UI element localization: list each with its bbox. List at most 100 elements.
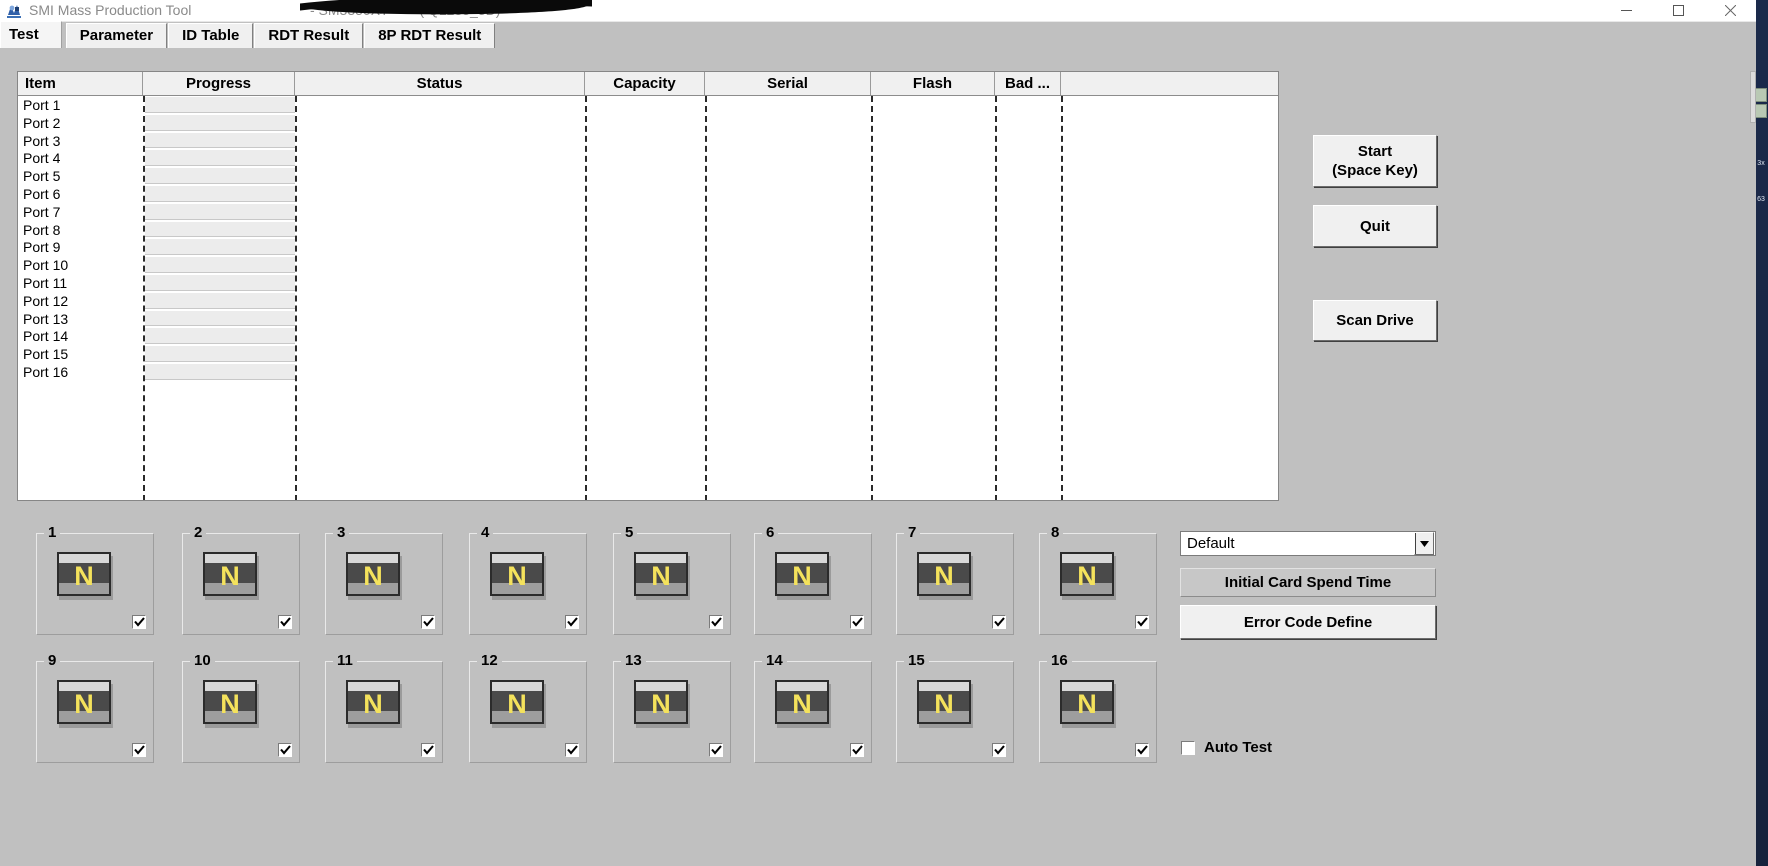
cell-flash bbox=[871, 185, 995, 203]
port-enable-checkbox[interactable] bbox=[992, 615, 1006, 629]
column-header-blank[interactable] bbox=[1061, 72, 1278, 95]
port-card-8[interactable]: 8N bbox=[1039, 525, 1157, 635]
port-card-1[interactable]: 1N bbox=[36, 525, 154, 635]
table-row[interactable]: Port 4 bbox=[18, 149, 1278, 167]
port-enable-checkbox[interactable] bbox=[850, 743, 864, 757]
port-enable-checkbox[interactable] bbox=[1135, 743, 1149, 757]
app-window: SMI Mass Production Tool - SM3350XT ( Q1… bbox=[0, 0, 1756, 866]
cell-serial bbox=[705, 363, 871, 381]
cell-item: Port 4 bbox=[23, 150, 61, 167]
chevron-down-icon[interactable] bbox=[1414, 532, 1434, 555]
port-enable-checkbox[interactable] bbox=[565, 615, 579, 629]
port-card-12[interactable]: 12 N bbox=[469, 653, 587, 763]
maximize-button[interactable] bbox=[1652, 0, 1704, 21]
port-enable-checkbox[interactable] bbox=[1135, 615, 1149, 629]
table-row[interactable]: Port 10 bbox=[18, 256, 1278, 274]
tab-8p-rdt-result[interactable]: 8P RDT Result bbox=[364, 23, 496, 48]
port-card-13[interactable]: 13 N bbox=[613, 653, 731, 763]
close-button[interactable] bbox=[1704, 0, 1756, 21]
initial-card-spend-time-button[interactable]: Initial Card Spend Time bbox=[1180, 568, 1436, 597]
cell-capacity bbox=[585, 221, 705, 239]
column-header-status[interactable]: Status bbox=[295, 72, 585, 95]
table-row[interactable]: Port 1 bbox=[18, 96, 1278, 114]
cell-item: Port 10 bbox=[23, 257, 69, 274]
port-card-number: 8 bbox=[1047, 525, 1064, 541]
cell-serial bbox=[705, 327, 871, 345]
port-enable-checkbox[interactable] bbox=[850, 615, 864, 629]
cell-bad bbox=[995, 327, 1061, 345]
table-row[interactable]: Port 2 bbox=[18, 114, 1278, 132]
auto-test-checkbox-row[interactable]: Auto Test bbox=[1181, 739, 1272, 756]
cell-serial bbox=[705, 114, 871, 132]
desktop-background: 3x 63 bbox=[1753, 0, 1768, 866]
table-row[interactable]: Port 16 bbox=[18, 363, 1278, 381]
table-body: Port 1 Port 2 Port 3 Port 4 Port 5 Port 6 Port… bbox=[18, 96, 1278, 500]
port-card-number: 5 bbox=[621, 525, 638, 541]
port-enable-checkbox[interactable] bbox=[565, 743, 579, 757]
tab-rdt-result[interactable]: RDT Result bbox=[254, 23, 364, 48]
port-enable-checkbox[interactable] bbox=[132, 743, 146, 757]
table-row[interactable]: Port 9 bbox=[18, 238, 1278, 256]
table-header-row: Item Progress Status Capacity Serial Flash Bad… bbox=[18, 72, 1278, 96]
port-card-6[interactable]: 6N bbox=[754, 525, 872, 635]
port-enable-checkbox[interactable] bbox=[132, 615, 146, 629]
start-button[interactable]: Start (Space Key) bbox=[1313, 135, 1437, 187]
port-card-15[interactable]: 15 N bbox=[896, 653, 1014, 763]
table-row[interactable]: Port 14 bbox=[18, 327, 1278, 345]
port-card-9[interactable]: 9N bbox=[36, 653, 154, 763]
column-header-serial[interactable]: Serial bbox=[705, 72, 871, 95]
table-row[interactable]: Port 3 bbox=[18, 132, 1278, 150]
table-row[interactable]: Port 6 bbox=[18, 185, 1278, 203]
table-row[interactable]: Port 15 bbox=[18, 345, 1278, 363]
tab-test[interactable]: Test bbox=[0, 21, 62, 48]
cell-flash bbox=[871, 203, 995, 221]
port-enable-checkbox[interactable] bbox=[278, 743, 292, 757]
cell-status bbox=[295, 167, 585, 185]
column-header-capacity[interactable]: Capacity bbox=[585, 72, 705, 95]
svg-text:N: N bbox=[507, 561, 527, 591]
auto-test-checkbox[interactable] bbox=[1181, 740, 1195, 755]
port-enable-checkbox[interactable] bbox=[709, 615, 723, 629]
table-row[interactable]: Port 5 bbox=[18, 167, 1278, 185]
column-header-item[interactable]: Item bbox=[18, 72, 143, 95]
tab-id-table[interactable]: ID Table bbox=[168, 23, 254, 48]
port-card-5[interactable]: 5N bbox=[613, 525, 731, 635]
error-code-define-button[interactable]: Error Code Define bbox=[1180, 605, 1436, 639]
port-enable-checkbox[interactable] bbox=[709, 743, 723, 757]
port-card-14[interactable]: 14 N bbox=[754, 653, 872, 763]
column-header-progress[interactable]: Progress bbox=[143, 72, 295, 95]
tab-parameter[interactable]: Parameter bbox=[65, 23, 168, 48]
profile-select[interactable]: Default bbox=[1180, 531, 1436, 556]
progress-bar bbox=[145, 97, 295, 113]
table-row[interactable]: Port 12 bbox=[18, 292, 1278, 310]
minimize-button[interactable] bbox=[1600, 0, 1652, 21]
scan-drive-button[interactable]: Scan Drive bbox=[1313, 300, 1437, 341]
table-row[interactable]: Port 13 bbox=[18, 310, 1278, 328]
port-card-3[interactable]: 3N bbox=[325, 525, 443, 635]
svg-text:N: N bbox=[1077, 561, 1097, 591]
port-card-2[interactable]: 2N bbox=[182, 525, 300, 635]
port-card-4[interactable]: 4N bbox=[469, 525, 587, 635]
cell-capacity bbox=[585, 167, 705, 185]
table-row[interactable]: Port 7 bbox=[18, 203, 1278, 221]
table-row[interactable]: Port 11 bbox=[18, 274, 1278, 292]
port-enable-checkbox[interactable] bbox=[421, 743, 435, 757]
port-card-16[interactable]: 16 N bbox=[1039, 653, 1157, 763]
port-card-10[interactable]: 10 N bbox=[182, 653, 300, 763]
quit-button[interactable]: Quit bbox=[1313, 205, 1437, 247]
port-results-table[interactable]: Item Progress Status Capacity Serial Flash Bad… bbox=[17, 71, 1279, 501]
port-card-11[interactable]: 11 N bbox=[325, 653, 443, 763]
column-header-bad[interactable]: Bad ... bbox=[995, 72, 1061, 95]
table-row[interactable]: Port 8 bbox=[18, 221, 1278, 239]
cell-progress bbox=[143, 96, 295, 114]
port-card-number: 14 bbox=[762, 653, 787, 669]
desktop-icon-label: 63 bbox=[1757, 196, 1765, 203]
vertical-scrollbar[interactable] bbox=[1750, 71, 1756, 123]
port-card-7[interactable]: 7N bbox=[896, 525, 1014, 635]
cell-progress bbox=[143, 149, 295, 167]
column-header-flash[interactable]: Flash bbox=[871, 72, 995, 95]
port-enable-checkbox[interactable] bbox=[278, 615, 292, 629]
port-enable-checkbox[interactable] bbox=[421, 615, 435, 629]
port-enable-checkbox[interactable] bbox=[992, 743, 1006, 757]
cell-flash bbox=[871, 292, 995, 310]
